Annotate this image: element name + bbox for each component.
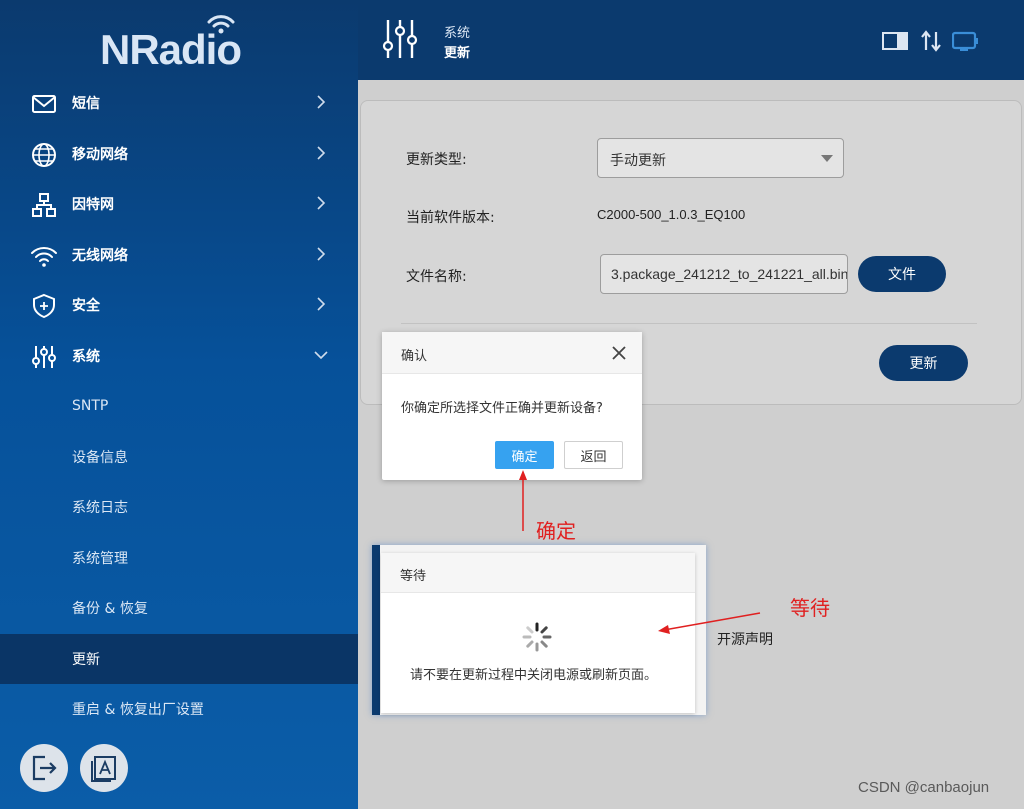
sliders-icon: [382, 20, 418, 58]
sidebar-subitem-device-info[interactable]: 设备信息: [0, 432, 358, 483]
version-value: C2000-500_1.0.3_EQ100: [597, 207, 746, 222]
wait-dialog-header: [381, 553, 695, 593]
logout-icon: [32, 755, 57, 781]
sidebar-subitem-label: 系统管理: [72, 550, 128, 567]
open-source-link[interactable]: 开源声明: [717, 629, 773, 649]
close-icon[interactable]: [612, 346, 626, 360]
annotation-confirm: 确定: [536, 519, 576, 543]
confirm-dialog: 确认 你确定所选择文件正确并更新设备? 确定 返回: [382, 332, 642, 480]
top-header: 系统 更新: [358, 0, 1024, 80]
sim-card-icon: [882, 32, 908, 50]
sidebar-item-internet[interactable]: 因特网: [0, 179, 358, 230]
dialog-title: 确认: [401, 349, 428, 364]
file-button[interactable]: 文件: [858, 256, 946, 292]
logout-button[interactable]: [20, 744, 68, 792]
sidebar-subitem-label: 设备信息: [72, 449, 128, 466]
filename-label: 文件名称:: [406, 269, 467, 285]
sidebar-item-label: 安全: [72, 298, 100, 315]
sidebar-subitem-label: 重启 & 恢复出厂设置: [72, 702, 204, 719]
sidebar-subitem-update[interactable]: 更新: [0, 633, 358, 684]
sidebar-item-system[interactable]: 系统: [0, 331, 358, 382]
wait-dialog-title: 等待: [400, 569, 427, 584]
sidebar-item-label: 系统: [72, 348, 100, 365]
breadcrumb-parent: 系统: [444, 26, 471, 41]
sliders-icon: [32, 345, 56, 368]
sidebar-item-mobile-network[interactable]: 移动网络: [0, 129, 358, 180]
sidebar: NRadio 短信 移动网络 因特网 无线网络 安全 系统 SNTP 设备信息 …: [0, 0, 358, 809]
sidebar-subitem-system-log[interactable]: 系统日志: [0, 482, 358, 533]
sidebar-item-label: 短信: [72, 96, 100, 113]
sidebar-subitem-sntp[interactable]: SNTP: [0, 381, 358, 432]
dialog-message: 你确定所选择文件正确并更新设备?: [401, 401, 603, 416]
chevron-down-icon: [821, 155, 833, 162]
network-icon: [32, 193, 56, 217]
page-title: 更新: [444, 46, 471, 61]
wait-dialog-message: 请不要在更新过程中关闭电源或刷新页面。: [410, 668, 658, 683]
chevron-down-icon: [314, 350, 328, 359]
divider: [401, 323, 977, 324]
sidebar-subitem-label: 系统日志: [72, 500, 128, 517]
annotation-wait: 等待: [790, 596, 830, 620]
wait-dialog: 等待 请不要在更新过程中关闭电源或刷新页面。: [381, 553, 695, 713]
update-type-value: 手动更新: [610, 153, 666, 169]
sidebar-item-security[interactable]: 安全: [0, 280, 358, 331]
language-icon: [91, 756, 116, 782]
globe-icon: [32, 142, 56, 167]
watermark: CSDN @canbaojun: [858, 779, 990, 796]
shield-icon: [33, 293, 55, 319]
update-type-select[interactable]: 手动更新: [597, 138, 844, 178]
chevron-right-icon: [317, 145, 326, 160]
logo-wifi-icon: [207, 15, 235, 34]
confirm-back-button[interactable]: 返回: [564, 441, 623, 469]
sidebar-item-label: 移动网络: [72, 146, 128, 163]
chevron-right-icon: [317, 246, 326, 261]
version-label: 当前软件版本:: [406, 210, 495, 226]
sidebar-subitem-reboot-reset[interactable]: 重启 & 恢复出厂设置: [0, 684, 358, 735]
sidebar-item-label: 因特网: [72, 197, 114, 214]
sidebar-subitem-label: 备份 & 恢复: [72, 601, 148, 618]
sidebar-subitem-label: SNTP: [72, 398, 109, 415]
sidebar-subitem-backup-restore[interactable]: 备份 & 恢复: [0, 583, 358, 634]
chevron-right-icon: [317, 297, 326, 311]
sidebar-item-wireless[interactable]: 无线网络: [0, 230, 358, 281]
sidebar-nav: 短信 移动网络 因特网 无线网络 安全 系统 SNTP 设备信息 系统日志 系统…: [0, 78, 358, 735]
sidebar-subitem-system-admin[interactable]: 系统管理: [0, 533, 358, 584]
chevron-right-icon: [317, 196, 326, 210]
chevron-right-icon: [317, 95, 326, 109]
sidebar-subitem-label: 更新: [72, 651, 100, 668]
sidebar-item-sms[interactable]: 短信: [0, 78, 358, 129]
update-type-label: 更新类型:: [406, 152, 467, 168]
mail-icon: [32, 95, 56, 113]
brand-logo: NRadio: [100, 15, 270, 73]
language-button[interactable]: [80, 744, 128, 792]
confirm-ok-button[interactable]: 确定: [495, 441, 554, 469]
wifi-icon: [31, 246, 57, 267]
update-button[interactable]: 更新: [879, 345, 968, 381]
data-transfer-icon: [921, 30, 941, 52]
filename-value: 3.package_241212_to_241221_all.bin: [611, 266, 848, 282]
loading-spinner-icon: [522, 622, 552, 652]
sidebar-item-label: 无线网络: [72, 247, 128, 264]
display-icon: [952, 31, 978, 51]
filename-input[interactable]: 3.package_241212_to_241221_all.bin: [600, 254, 848, 294]
